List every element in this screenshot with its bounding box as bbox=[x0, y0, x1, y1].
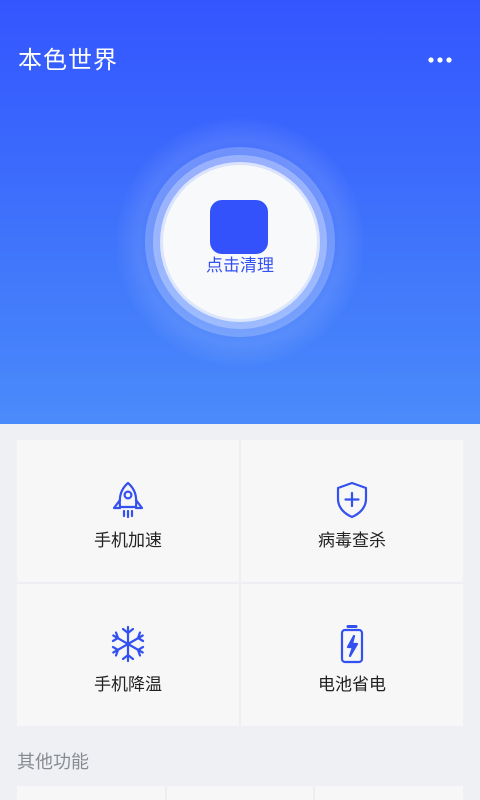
other-features-title: 其他功能 bbox=[17, 752, 89, 773]
hero-panel: 本色世界 点击清理 bbox=[0, 0, 480, 424]
tool-phone-boost[interactable]: 手机加速 bbox=[17, 440, 239, 582]
tool-virus-scan[interactable]: 病毒查杀 bbox=[241, 440, 463, 582]
shield-plus-icon bbox=[336, 481, 368, 519]
rocket-icon bbox=[112, 481, 144, 519]
battery-bolt-icon bbox=[340, 625, 364, 664]
snowflake-icon bbox=[111, 625, 145, 663]
clean-label: 点击清理 bbox=[206, 256, 274, 276]
clean-icon bbox=[210, 200, 268, 254]
tool-label: 手机降温 bbox=[94, 675, 162, 695]
tool-battery-save[interactable]: 电池省电 bbox=[241, 584, 463, 726]
other-features-strip bbox=[17, 786, 463, 800]
grid-divider-horizontal bbox=[17, 582, 463, 584]
strip-divider bbox=[313, 786, 315, 800]
clean-button[interactable]: 点击清理 bbox=[163, 165, 317, 319]
tools-grid: 手机加速 病毒查杀 手机降温 电池省电 bbox=[17, 440, 463, 726]
app-title: 本色世界 bbox=[18, 46, 118, 74]
tool-label: 病毒查杀 bbox=[318, 531, 386, 551]
more-dots-icon bbox=[428, 57, 452, 63]
tool-label: 电池省电 bbox=[318, 675, 386, 695]
tool-phone-cool[interactable]: 手机降温 bbox=[17, 584, 239, 726]
tool-label: 手机加速 bbox=[94, 531, 162, 551]
more-menu-button[interactable] bbox=[418, 46, 462, 74]
strip-divider bbox=[165, 786, 167, 800]
